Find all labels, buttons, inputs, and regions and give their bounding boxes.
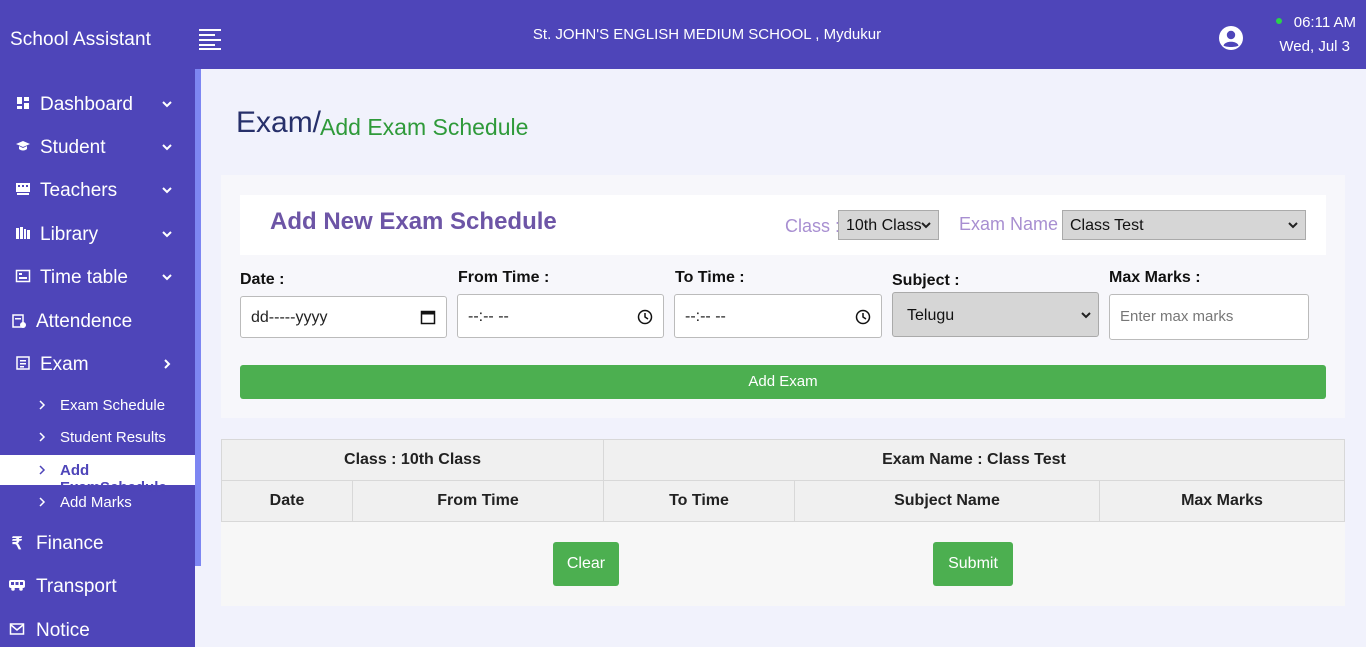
column-header-max-marks: Max Marks [1099,480,1345,522]
sidebar-item-label: Teachers [40,180,118,201]
from-time-input-value: --:-- -- [468,308,509,325]
sidebar-item-label: Transport [36,576,117,597]
subject-select-value: Telugu [907,307,955,324]
chevron-right-icon [39,465,46,475]
sidebar-item-student[interactable]: Student [0,130,195,166]
submenu-item-label: Student Results [60,429,166,446]
column-header-date: Date [221,480,353,522]
date-input[interactable]: dd-----yyyy [240,296,447,338]
clock-time: 06:11 AM [1293,14,1356,31]
breadcrumb-section: Exam/ [236,106,322,139]
column-header-subject-name: Subject Name [794,480,1100,522]
from-time-input[interactable]: --:-- -- [457,294,664,338]
chevron-right-icon [39,400,46,410]
chevron-down-icon [1288,222,1298,229]
exam-name-select[interactable]: Class Test [1062,210,1306,240]
exam-icon [14,356,32,374]
submit-button[interactable]: Submit [933,542,1013,586]
rupee-icon: ₹ [11,534,23,553]
chevron-down-icon [162,187,172,194]
class-label: Class : [785,216,841,236]
max-marks-label: Max Marks : [1109,269,1201,286]
max-marks-input[interactable]: Enter max marks [1109,294,1309,340]
submenu-item-label: Add Marks [60,494,132,511]
class-select-value: 10th Class [846,217,922,234]
submenu-item-add-exam-schedule[interactable]: Add ExamSchedule [0,455,195,496]
clock-icon[interactable] [855,309,871,325]
chevron-right-icon [164,359,171,369]
sidebar-item-attendence[interactable]: Attendence [0,304,195,340]
calendar-icon[interactable] [420,309,436,325]
max-marks-placeholder: Enter max marks [1120,308,1234,325]
from-time-label: From Time : [458,269,550,286]
column-header-to-time: To Time [603,480,795,522]
sidebar-item-library[interactable]: Library [0,217,195,253]
subject-select[interactable]: Telugu [892,292,1099,337]
exam-name-label: Exam Name : [959,214,1069,234]
submenu-item-exam-schedule[interactable]: Exam Schedule [0,390,195,420]
clear-button[interactable]: Clear [553,542,619,586]
sidebar-item-label: Attendence [36,311,133,332]
graduation-cap-icon [14,139,32,157]
date-label: Date : [240,271,285,288]
sidebar-item-label: Finance [36,533,104,554]
chevron-down-icon [162,101,172,108]
submenu-item-label: Exam Schedule [60,397,166,414]
sidebar-item-transport[interactable]: Transport [0,569,195,605]
sidebar-item-teachers[interactable]: Teachers [0,173,195,209]
chevron-down-icon [921,222,931,229]
add-exam-button[interactable]: Add Exam [240,365,1326,399]
column-header-from-time: From Time [352,480,604,522]
dashboard-icon [14,96,32,114]
table-exam-header: Exam Name : Class Test [603,439,1345,481]
chevron-down-icon [1081,312,1091,319]
chevron-right-icon [39,497,46,507]
bus-icon [8,578,26,596]
chalkboard-icon [14,182,32,200]
sidebar-item-dashboard[interactable]: Dashboard [0,87,195,123]
sidebar-item-time-table[interactable]: Time table [0,260,195,296]
attendance-icon [10,313,28,331]
to-time-label: To Time : [675,269,745,286]
notice-icon [8,622,26,640]
sidebar-item-label: Library [40,224,99,245]
breadcrumb-page: Add Exam Schedule [320,114,529,140]
clock-icon[interactable] [637,309,653,325]
online-status-dot [1276,18,1282,24]
user-circle-icon[interactable] [1218,25,1244,51]
sidebar-item-notice[interactable]: Notice [0,613,195,647]
subject-label: Subject : [892,272,960,289]
sidebar-item-finance[interactable]: ₹ Finance [0,526,195,562]
sidebar-item-label: Student [40,137,106,158]
sidebar-item-label: Notice [36,620,90,641]
timetable-icon [14,269,32,287]
sidebar-item-exam[interactable]: Exam [0,347,195,383]
top-navbar: School Assistant St. JOHN'S ENGLISH MEDI… [0,0,1366,69]
sidebar-scrollbar[interactable] [195,69,201,566]
table-class-header: Class : 10th Class [221,439,604,481]
school-name: St. JOHN'S ENGLISH MEDIUM SCHOOL , Myduk… [532,26,882,43]
exam-name-select-value: Class Test [1070,217,1144,234]
sidebar-item-label: Dashboard [40,94,133,115]
to-time-input[interactable]: --:-- -- [674,294,882,338]
chevron-down-icon [162,274,172,281]
books-icon [14,226,32,244]
chevron-right-icon [39,432,46,442]
chevron-down-icon [162,144,172,151]
class-select[interactable]: 10th Class [838,210,939,240]
submenu-item-add-marks[interactable]: Add Marks [0,487,195,517]
clock-date: Wed, Jul 3 [1279,38,1350,55]
to-time-input-value: --:-- -- [685,308,726,325]
date-input-value: dd-----yyyy [251,309,328,326]
submenu-item-student-results[interactable]: Student Results [0,422,195,452]
sidebar-item-label: Exam [40,354,89,375]
form-title: Add New Exam Schedule [270,208,557,235]
chevron-down-icon [162,231,172,238]
sidebar: Dashboard Student Teachers Library Time … [0,69,195,647]
sidebar-item-label: Time table [40,267,128,288]
